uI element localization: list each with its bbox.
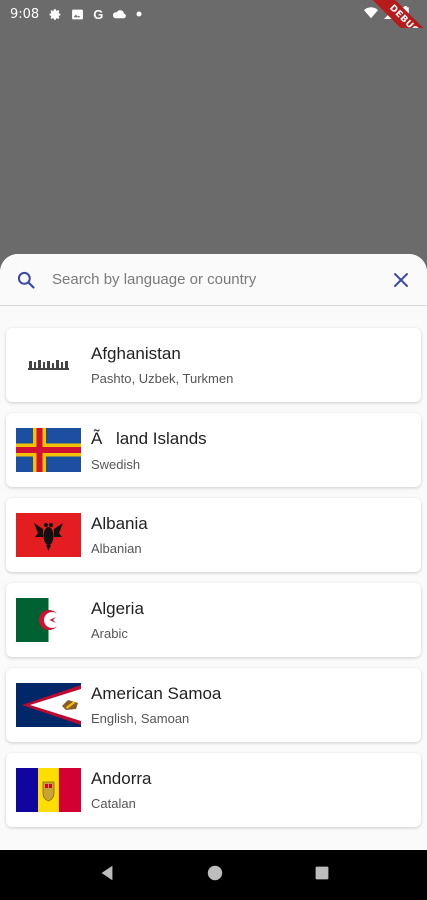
country-picker-sheet: Afghanistan Pashto, Uzbek, Turkmen Ã lan… (0, 254, 427, 850)
country-name: Andorra (91, 769, 152, 788)
country-languages: Catalan (91, 796, 136, 811)
dot-icon (136, 11, 142, 17)
recents-icon[interactable] (314, 865, 330, 886)
image-icon (71, 8, 84, 21)
american-samoa-flag (16, 683, 81, 727)
wifi-icon (364, 6, 378, 22)
cloud-icon (112, 9, 127, 20)
country-name: American Samoa (91, 684, 222, 703)
country-item-albania[interactable]: Albania Albanian (6, 498, 421, 572)
country-list: Afghanistan Pashto, Uzbek, Turkmen Ã lan… (0, 306, 427, 827)
country-item-american-samoa[interactable]: American Samoa English, Samoan (6, 668, 421, 742)
country-name: Ã land Islands (91, 429, 207, 448)
afghanistan-flag (16, 343, 81, 387)
status-bar: 9:08 G (0, 0, 427, 28)
country-languages: English, Samoan (91, 711, 190, 726)
google-icon: G (93, 6, 104, 22)
country-item-andorra[interactable]: Andorra Catalan (6, 753, 421, 827)
modal-scrim[interactable] (0, 28, 427, 254)
algeria-flag (16, 598, 81, 642)
home-icon[interactable] (206, 864, 224, 887)
country-languages: Swedish (91, 457, 141, 472)
country-item-algeria[interactable]: Algeria Arabic (6, 583, 421, 657)
gear-icon (49, 8, 62, 21)
close-icon[interactable] (389, 268, 413, 292)
status-time: 9:08 (10, 6, 40, 22)
system-nav-bar (0, 850, 427, 900)
country-item-aland-islands[interactable]: Ã land Islands Swedish (6, 413, 421, 487)
search-input[interactable] (52, 271, 389, 288)
country-languages: Pashto, Uzbek, Turkmen (91, 371, 234, 386)
albania-flag (16, 513, 81, 557)
country-name: Afghanistan (91, 344, 181, 363)
country-item-afghanistan[interactable]: Afghanistan Pashto, Uzbek, Turkmen (6, 328, 421, 402)
country-name: Algeria (91, 599, 144, 618)
search-icon (14, 268, 38, 292)
aland-islands-flag (16, 428, 81, 472)
back-icon[interactable] (98, 864, 116, 887)
country-languages: Albanian (91, 541, 142, 556)
country-languages: Arabic (91, 626, 128, 641)
andorra-flag (16, 768, 81, 812)
country-name: Albania (91, 514, 148, 533)
search-bar (0, 254, 427, 306)
